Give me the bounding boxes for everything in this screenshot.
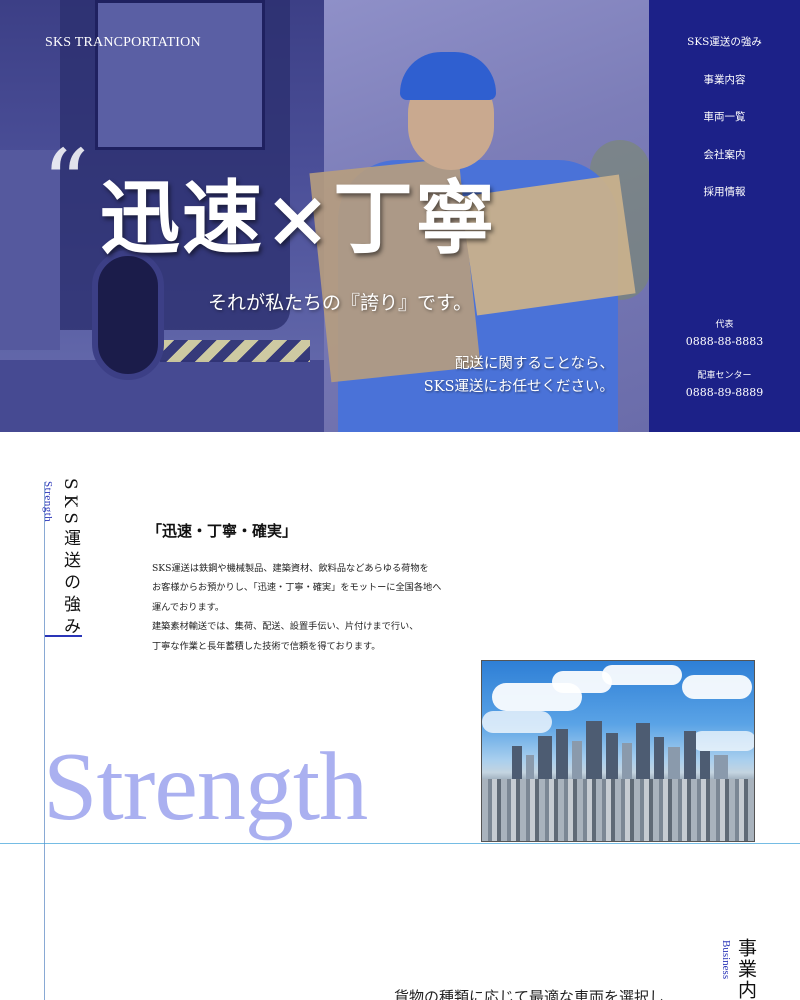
nav-item-recruit[interactable]: 採用情報 — [649, 185, 800, 223]
truck-wheel-shape — [92, 250, 164, 380]
hero-desc-line-1: 配送に関することなら、 — [454, 356, 614, 372]
nav-item-vehicles[interactable]: 車両一覧 — [649, 110, 800, 148]
side-navigation: SKS運送の強み 事業内容 車両一覧 会社案内 採用情報 代表 0888-88-… — [649, 0, 800, 432]
strength-label-en: Strength — [42, 481, 54, 523]
business-label-en: Business — [720, 940, 732, 980]
hero-title: 迅速×丁寧 — [100, 171, 498, 265]
truck-window-shape — [95, 0, 265, 150]
nav-item-strength[interactable]: SKS運送の強み — [649, 35, 800, 73]
contact-main: 代表 0888-88-8883 — [649, 317, 800, 348]
hero-section: SKS TRANCPORTATION “ 迅速×丁寧 それが私たちの『誇り』です… — [0, 0, 800, 432]
strength-label-jp: SKS運送の強み — [60, 478, 80, 639]
strength-body-line: 運んでおります。 — [152, 601, 225, 613]
contact-dispatch-number[interactable]: 0888-89-8889 — [649, 386, 800, 399]
contact-dispatch-label: 配車センター — [697, 371, 752, 381]
strength-body-line: 丁寧な作業と長年蓄積した技術で信頼を得ております。 — [152, 640, 381, 652]
strength-body-line: SKS運送は鉄鋼や機械製品、建築資材、飲料品などあらゆる荷物を — [152, 563, 429, 574]
strength-label-underline — [45, 635, 82, 637]
contact-main-number[interactable]: 0888-88-8883 — [649, 335, 800, 348]
contact-main-label: 代表 — [715, 320, 734, 330]
quote-mark-icon: “ — [42, 130, 90, 237]
strength-body-line: 建築素材輸送では、集荷、配送、設置手伝い、片付けまで行い、 — [152, 621, 419, 633]
contact-dispatch: 配車センター 0888-89-8889 — [649, 368, 800, 399]
road-shape — [0, 360, 324, 432]
strength-heading: 「迅速・丁寧・確実」 — [147, 522, 298, 540]
nav-list: SKS運送の強み 事業内容 車両一覧 会社案内 採用情報 — [649, 35, 800, 223]
hero-description: 配送に関することなら、 SKS運送にお任せください。 — [424, 353, 614, 399]
business-intro-text: 貨物の種類に応じて最適な車両を選択し — [394, 988, 665, 1000]
section-guide-line-horizontal — [0, 843, 800, 844]
hazard-stripes — [160, 340, 310, 362]
strength-body: SKS運送は鉄鋼や機械製品、建築資材、飲料品などあらゆる荷物を お客様からお預か… — [152, 559, 452, 656]
city-skyline-image — [481, 660, 755, 842]
business-label-jp: 事業内容 — [735, 938, 757, 1000]
nav-item-business[interactable]: 事業内容 — [649, 73, 800, 111]
strength-body-line: お客様からお預かりし、「迅速・丁寧・確実」をモットーに全国各地へ — [152, 582, 442, 594]
strength-background-word: Strength — [43, 733, 368, 841]
hero-subtitle: それが私たちの『誇り』です。 — [208, 292, 473, 314]
city-ground — [482, 779, 754, 841]
nav-item-company[interactable]: 会社案内 — [649, 148, 800, 186]
site-logo[interactable]: SKS TRANCPORTATION — [45, 35, 201, 51]
hero-desc-line-2: SKS運送にお任せください。 — [423, 379, 614, 395]
